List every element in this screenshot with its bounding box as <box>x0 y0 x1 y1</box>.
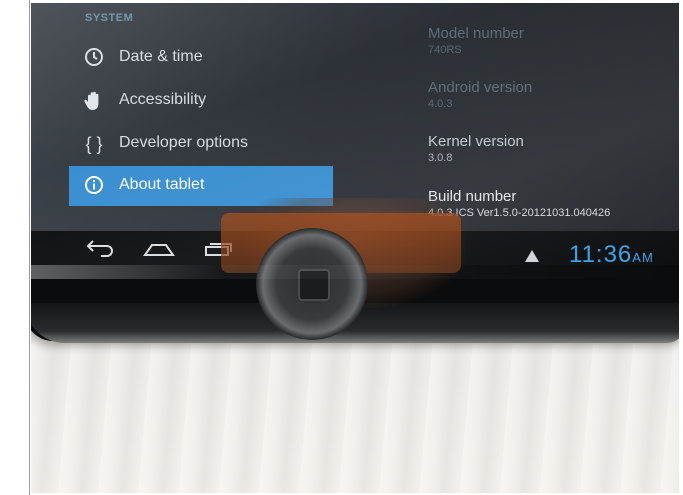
clock-time: 11:36 <box>569 241 633 268</box>
detail-kernel-version: Kernel version 3.0.8 <box>428 133 524 164</box>
detail-value: 740RS <box>428 44 462 56</box>
detail-title: Kernel version <box>428 133 524 150</box>
menu-item-label: Developer options <box>119 134 248 151</box>
braces-icon: { } <box>85 134 103 154</box>
menu-item-accessibility[interactable]: Accessibility <box>69 81 333 121</box>
detail-android-version: Android version 4.0.3 <box>428 79 532 110</box>
back-icon[interactable] <box>83 237 119 259</box>
detail-model-number: Model number 740RS <box>428 25 524 56</box>
hand-icon <box>83 90 105 112</box>
detail-value: 3.0.8 <box>428 152 453 164</box>
menu-item-developer-options[interactable]: { } Developer options <box>69 124 333 164</box>
detail-title: Android version <box>428 79 533 96</box>
screen-glare <box>31 265 679 279</box>
warning-icon[interactable] <box>525 250 539 262</box>
right-margin <box>679 0 683 495</box>
menu-item-date-time[interactable]: Date & time <box>69 38 333 78</box>
detail-title: Model number <box>428 25 524 42</box>
menu-item-label: Date & time <box>119 48 203 65</box>
left-margin <box>0 0 30 495</box>
section-header-system: SYSTEM <box>85 12 134 24</box>
menu-item-label: About tablet <box>119 176 205 193</box>
photo: SYSTEM Date & time Accessibility { } Dev… <box>31 3 679 493</box>
clock-icon <box>83 47 105 69</box>
detail-value: 4.0.3 <box>428 98 453 110</box>
menu-item-label: Accessibility <box>119 91 207 108</box>
clock-ampm: AM <box>632 250 654 265</box>
plastic-wrap <box>31 343 679 493</box>
info-icon <box>83 175 105 197</box>
home-icon[interactable] <box>141 237 177 259</box>
